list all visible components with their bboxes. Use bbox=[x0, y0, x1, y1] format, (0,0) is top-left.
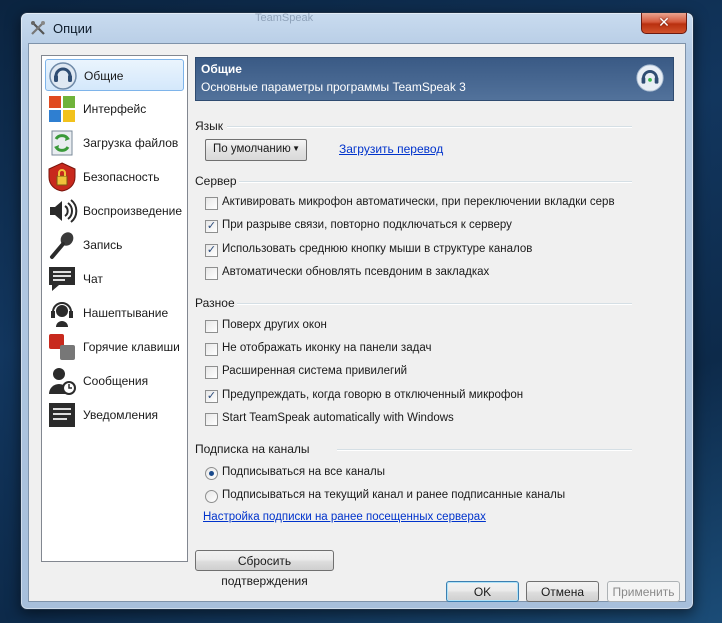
teamspeak-logo-icon bbox=[49, 62, 77, 90]
middle-mouse-button-checkbox[interactable]: ✓ Использовать среднюю кнопку мыши в стр… bbox=[205, 243, 605, 259]
checkbox-label: При разрыве связи, повторно подключаться… bbox=[222, 219, 512, 231]
close-button[interactable]: ✕ bbox=[641, 13, 687, 34]
title-bar[interactable]: Опции TeamSpeak ✕ bbox=[21, 12, 693, 43]
sidebar-item-security[interactable]: Безопасность bbox=[45, 161, 184, 193]
headset-icon bbox=[51, 302, 73, 327]
apply-button[interactable]: Применить bbox=[607, 581, 680, 602]
language-dropdown-value: По умолчанию bbox=[213, 143, 291, 155]
sidebar-item-label: Чат bbox=[83, 272, 103, 286]
checkbox-box[interactable]: ✓ bbox=[205, 244, 218, 257]
window-title: Опции bbox=[53, 21, 93, 36]
notifications-icon bbox=[49, 403, 75, 427]
checkbox-box[interactable] bbox=[205, 197, 218, 210]
sidebar-item-label: Интерфейс bbox=[83, 102, 147, 116]
page-subtitle: Основные параметры программы TeamSpeak 3 bbox=[201, 80, 466, 94]
checkbox-label: Автоматически обновлять псевдоним в закл… bbox=[222, 266, 490, 278]
checkbox-label: Использовать среднюю кнопку мыши в струк… bbox=[222, 243, 533, 255]
interface-windows-icon bbox=[49, 96, 75, 122]
load-translation-link[interactable]: Загрузить перевод bbox=[339, 142, 443, 156]
chevron-down-icon: ▼ bbox=[292, 144, 300, 153]
sidebar-item-label: Сообщения bbox=[83, 374, 149, 388]
subscribe-group-divider bbox=[337, 449, 632, 451]
sidebar-item-messages[interactable]: Сообщения bbox=[45, 365, 184, 397]
sidebar-item-hotkeys[interactable]: Горячие клавиши bbox=[45, 331, 184, 363]
sidebar-item-file-transfer[interactable]: Загрузка файлов bbox=[45, 127, 184, 159]
subscribe-current-radio[interactable]: Подписываться на текущий канал и ранее п… bbox=[205, 489, 605, 505]
sidebar-item-capture[interactable]: Запись bbox=[45, 229, 184, 261]
client-area: Общие Интерфейс Загрузка файлов Безопасн… bbox=[28, 43, 686, 602]
language-group-divider bbox=[227, 126, 632, 128]
sidebar-item-label: Запись bbox=[83, 238, 123, 252]
messages-user-icon bbox=[49, 368, 76, 395]
server-group-divider bbox=[239, 181, 632, 183]
teamspeak-logo-icon bbox=[636, 64, 664, 92]
sidebar-item-general[interactable]: Общие bbox=[45, 59, 184, 91]
checkbox-box[interactable]: ✓ bbox=[205, 220, 218, 233]
update-nickname-bookmarks-checkbox[interactable]: Автоматически обновлять псевдоним в закл… bbox=[205, 266, 605, 282]
checkbox-label: Поверх других окон bbox=[222, 319, 327, 331]
misc-group-title: Разное bbox=[195, 296, 235, 310]
subscribe-group-title: Подписка на каналы bbox=[195, 442, 310, 456]
sidebar-item-label: Загрузка файлов bbox=[83, 136, 179, 150]
speaker-icon bbox=[50, 199, 78, 223]
cancel-button[interactable]: Отмена bbox=[526, 581, 599, 602]
server-group-title: Сервер bbox=[195, 174, 237, 188]
sidebar-item-playback[interactable]: Воспроизведение bbox=[45, 195, 184, 227]
checkbox-box[interactable] bbox=[205, 343, 218, 356]
options-window: Опции TeamSpeak ✕ Общие Интерфейс Загруз… bbox=[20, 12, 694, 610]
checkbox-label: Расширенная система привилегий bbox=[222, 365, 408, 377]
sidebar-item-notifications[interactable]: Уведомления bbox=[45, 399, 184, 431]
sidebar-item-interface[interactable]: Интерфейс bbox=[45, 93, 184, 125]
auto-reconnect-checkbox[interactable]: ✓ При разрыве связи, повторно подключать… bbox=[205, 219, 605, 235]
security-lock-icon bbox=[48, 162, 76, 192]
page-header: Общие Основные параметры программы TeamS… bbox=[195, 57, 674, 101]
always-on-top-checkbox[interactable]: Поверх других окон bbox=[205, 319, 505, 335]
subscription-settings-link[interactable]: Настройка подписки на ранее посещенных с… bbox=[203, 511, 486, 523]
warn-muted-mic-checkbox[interactable]: ✓ Предупреждать, когда говорю в отключен… bbox=[205, 389, 565, 405]
radio-label: Подписываться на текущий канал и ранее п… bbox=[222, 489, 566, 501]
sidebar-item-whisper[interactable]: Нашептывание bbox=[45, 297, 184, 329]
chat-icon bbox=[49, 267, 75, 291]
sidebar-item-label: Воспроизведение bbox=[83, 204, 183, 218]
category-list[interactable]: Общие Интерфейс Загрузка файлов Безопасн… bbox=[41, 55, 188, 562]
language-group-title: Язык bbox=[195, 119, 224, 133]
file-transfer-icon bbox=[51, 130, 73, 156]
advanced-permissions-checkbox[interactable]: Расширенная система привилегий bbox=[205, 365, 505, 381]
ok-button[interactable]: OK bbox=[446, 581, 519, 602]
sidebar-item-label: Нашептывание bbox=[83, 306, 169, 320]
hide-taskbar-icon-checkbox[interactable]: Не отображать иконку на панели задач bbox=[205, 342, 505, 358]
sidebar-item-label: Горячие клавиши bbox=[83, 340, 180, 354]
checkbox-label: Start TeamSpeak automatically with Windo… bbox=[222, 412, 454, 424]
page-title: Общие bbox=[201, 62, 242, 76]
subscribe-all-radio[interactable]: Подписываться на все каналы bbox=[205, 466, 505, 482]
reset-confirmations-button[interactable]: Сбросить подтверждения bbox=[195, 550, 334, 588]
checkbox-box[interactable] bbox=[205, 413, 218, 426]
tools-icon bbox=[31, 21, 45, 35]
checkbox-box[interactable] bbox=[205, 320, 218, 333]
hotkeys-icon bbox=[49, 334, 75, 360]
checkbox-box[interactable] bbox=[205, 366, 218, 379]
checkbox-label: Активировать микрофон автоматически, при… bbox=[222, 196, 615, 208]
language-dropdown[interactable]: По умолчанию ▼ bbox=[205, 139, 307, 161]
checkbox-label: Не отображать иконку на панели задач bbox=[222, 342, 432, 354]
checkbox-box[interactable]: ✓ bbox=[205, 390, 218, 403]
radio-button[interactable] bbox=[205, 467, 218, 480]
microphone-icon bbox=[50, 232, 74, 259]
checkbox-box[interactable] bbox=[205, 267, 218, 280]
sidebar-item-label: Общие bbox=[84, 69, 124, 83]
misc-group-divider bbox=[237, 303, 632, 305]
start-with-windows-checkbox[interactable]: Start TeamSpeak automatically with Windo… bbox=[205, 412, 505, 428]
checkbox-label: Предупреждать, когда говорю в отключенны… bbox=[222, 389, 524, 401]
auto-activate-mic-checkbox[interactable]: Активировать микрофон автоматически, при… bbox=[205, 196, 635, 212]
background-window-ghost: TeamSpeak bbox=[255, 12, 314, 24]
sidebar-item-chat[interactable]: Чат bbox=[45, 263, 184, 295]
sidebar-item-label: Безопасность bbox=[83, 170, 160, 184]
sidebar-item-label: Уведомления bbox=[83, 408, 159, 422]
radio-label: Подписываться на все каналы bbox=[222, 466, 386, 478]
radio-button[interactable] bbox=[205, 490, 218, 503]
